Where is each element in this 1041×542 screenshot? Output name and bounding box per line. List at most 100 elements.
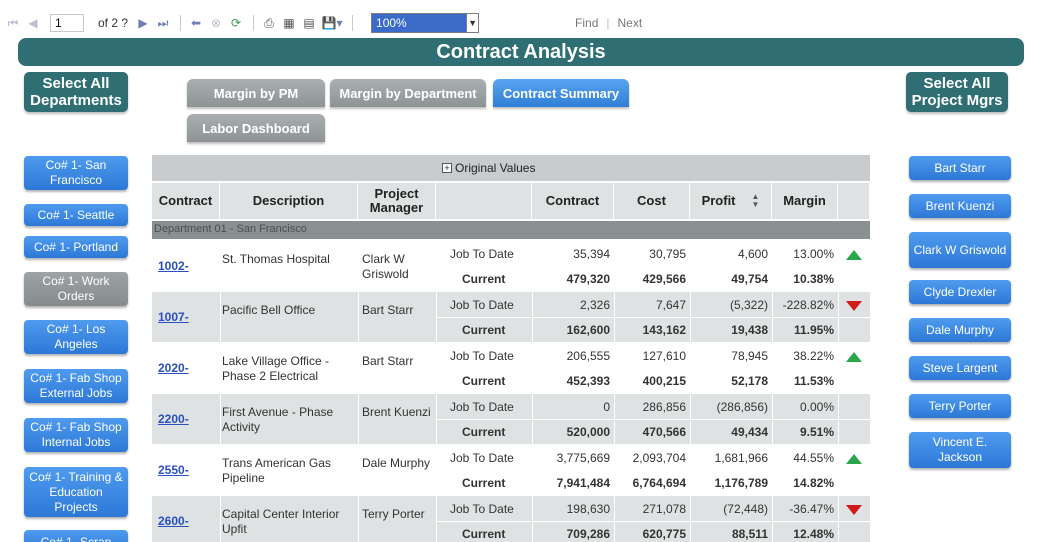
- column-divider: [690, 343, 691, 393]
- page-number-input[interactable]: [50, 14, 84, 32]
- column-divider: [772, 496, 773, 542]
- print-layout-icon[interactable]: ▦: [280, 14, 298, 32]
- toolbar-divider: [352, 15, 354, 31]
- current-value: 520,000: [566, 425, 610, 439]
- select-all-departments-button[interactable]: Select All Departments: [24, 72, 128, 112]
- jtd-value: 286,856: [642, 400, 686, 414]
- project-manager-button[interactable]: Steve Largent: [909, 356, 1011, 380]
- find-link[interactable]: Find: [575, 16, 598, 30]
- report-viewer: ⏮ ◀ of 2 ? ▶ ⏭ ⬅ ⊗ ⟳ ⎙ ▦ ▤ 💾▾ 100%▼ Find…: [0, 0, 1041, 542]
- column-divider: [436, 292, 437, 342]
- company-button[interactable]: Co# 1- Fab Shop External Jobs: [24, 369, 128, 403]
- toolbar-divider: [180, 15, 182, 31]
- original-values-toggle[interactable]: + Original Values: [442, 161, 535, 175]
- chevron-down-icon[interactable]: ▼: [467, 13, 480, 33]
- table-row: 2200- First Avenue - Phase Activity Brent …: [152, 394, 870, 444]
- company-button[interactable]: Co# 1- Training & Education Projects: [24, 467, 128, 517]
- company-button[interactable]: Co# 1- Seattle: [24, 204, 128, 226]
- first-page-icon[interactable]: ⏮: [4, 14, 22, 32]
- next-page-icon[interactable]: ▶: [134, 14, 152, 32]
- column-header-description: Description: [220, 183, 358, 219]
- job-to-date-label: Job To Date: [450, 502, 514, 516]
- company-button[interactable]: Co# 1- Fab Shop Internal Jobs: [24, 418, 128, 452]
- column-divider: [614, 241, 615, 291]
- table-row: 1002- St. Thomas Hospital Clark W Griswold…: [152, 241, 870, 291]
- project-manager-button[interactable]: Dale Murphy: [909, 318, 1011, 342]
- current-label: Current: [462, 476, 506, 490]
- tab-margin-by-pm[interactable]: Margin by PM: [187, 79, 325, 107]
- previous-page-icon[interactable]: ◀: [24, 14, 42, 32]
- sort-icon[interactable]: ▲ ▼: [752, 193, 760, 209]
- company-button[interactable]: Co# 1- San Francisco: [24, 156, 128, 190]
- column-divider: [220, 292, 221, 342]
- company-button[interactable]: Co# 1- Los Angeles: [24, 320, 128, 354]
- company-button[interactable]: Co# 1- Work Orders: [24, 272, 128, 306]
- jtd-value: 271,078: [642, 502, 686, 516]
- jtd-value: 198,630: [566, 502, 610, 516]
- row-divider: [435, 317, 870, 318]
- trend-up-icon: [846, 352, 862, 362]
- table-row: 2020- Lake Village Office - Phase 2 Elect…: [152, 343, 870, 393]
- last-page-icon[interactable]: ⏭: [154, 14, 172, 32]
- tab-contract-summary[interactable]: Contract Summary: [493, 79, 629, 107]
- project-manager-button[interactable]: Terry Porter: [909, 394, 1011, 418]
- export-icon[interactable]: 💾▾: [320, 14, 344, 32]
- row-divider: [435, 368, 870, 369]
- original-values-label: Original Values: [455, 161, 536, 175]
- company-button[interactable]: Co# 1- Scrap: [24, 530, 128, 542]
- project-manager-button[interactable]: Clyde Drexler: [909, 280, 1011, 304]
- contract-number-link[interactable]: 2020-: [158, 361, 189, 375]
- tab-margin-by-department[interactable]: Margin by Department: [330, 79, 486, 107]
- project-manager-button[interactable]: Brent Kuenzi: [909, 194, 1011, 218]
- select-all-project-managers-button[interactable]: Select All Project Mgrs: [906, 72, 1008, 112]
- find-next-link[interactable]: Next: [618, 16, 643, 30]
- zoom-select[interactable]: 100%: [371, 13, 468, 33]
- jtd-value: 2,093,704: [632, 451, 686, 465]
- current-value: 6,764,694: [632, 476, 686, 490]
- column-divider: [220, 394, 221, 444]
- current-value: 470,566: [642, 425, 686, 439]
- current-value: 9.51%: [799, 425, 834, 439]
- trend-up-icon: [846, 454, 862, 464]
- column-header-profit[interactable]: Profit ▲ ▼: [690, 183, 772, 219]
- trend-down-icon: [846, 301, 862, 311]
- current-value: 1,176,789: [714, 476, 768, 490]
- column-divider: [838, 496, 839, 542]
- current-value: 49,754: [731, 272, 768, 286]
- jtd-value: 44.55%: [793, 451, 834, 465]
- column-divider: [436, 394, 437, 444]
- stop-icon[interactable]: ⊗: [207, 14, 225, 32]
- back-icon[interactable]: ⬅: [187, 14, 205, 32]
- contract-number-link[interactable]: 2200-: [158, 412, 189, 426]
- contract-number-link[interactable]: 1007-: [158, 310, 189, 324]
- project-manager-button[interactable]: Vincent E. Jackson: [909, 432, 1011, 468]
- column-divider: [532, 445, 533, 495]
- page-title: Contract Analysis: [18, 38, 1024, 66]
- job-to-date-label: Job To Date: [450, 247, 514, 261]
- column-divider: [436, 496, 437, 542]
- current-value: 479,320: [566, 272, 610, 286]
- column-divider: [772, 241, 773, 291]
- column-header-margin: Margin: [772, 183, 838, 219]
- tab-labor-dashboard[interactable]: Labor Dashboard: [187, 114, 325, 142]
- column-divider: [838, 292, 839, 342]
- expand-icon[interactable]: +: [442, 163, 452, 173]
- contract-number-link[interactable]: 2550-: [158, 463, 189, 477]
- print-icon[interactable]: ⎙: [260, 14, 278, 32]
- column-divider: [690, 292, 691, 342]
- report-toolbar: ⏮ ◀ of 2 ? ▶ ⏭ ⬅ ⊗ ⟳ ⎙ ▦ ▤ 💾▾ 100%▼ Find…: [0, 10, 1041, 36]
- contract-number-link[interactable]: 2600-: [158, 514, 189, 528]
- trend-up-icon: [846, 250, 862, 260]
- contract-number-link[interactable]: 1002-: [158, 259, 189, 273]
- jtd-value: 2,326: [579, 298, 610, 312]
- project-manager-button[interactable]: Bart Starr: [909, 156, 1011, 180]
- jtd-value: 127,610: [642, 349, 686, 363]
- refresh-icon[interactable]: ⟳: [227, 14, 245, 32]
- row-divider: [435, 266, 870, 267]
- page-setup-icon[interactable]: ▤: [300, 14, 318, 32]
- current-value: 14.82%: [793, 476, 834, 490]
- current-value: 49,434: [731, 425, 768, 439]
- project-manager-button[interactable]: Clark W Griswold: [909, 232, 1011, 268]
- row-divider: [435, 521, 870, 522]
- company-button[interactable]: Co# 1- Portland: [24, 236, 128, 258]
